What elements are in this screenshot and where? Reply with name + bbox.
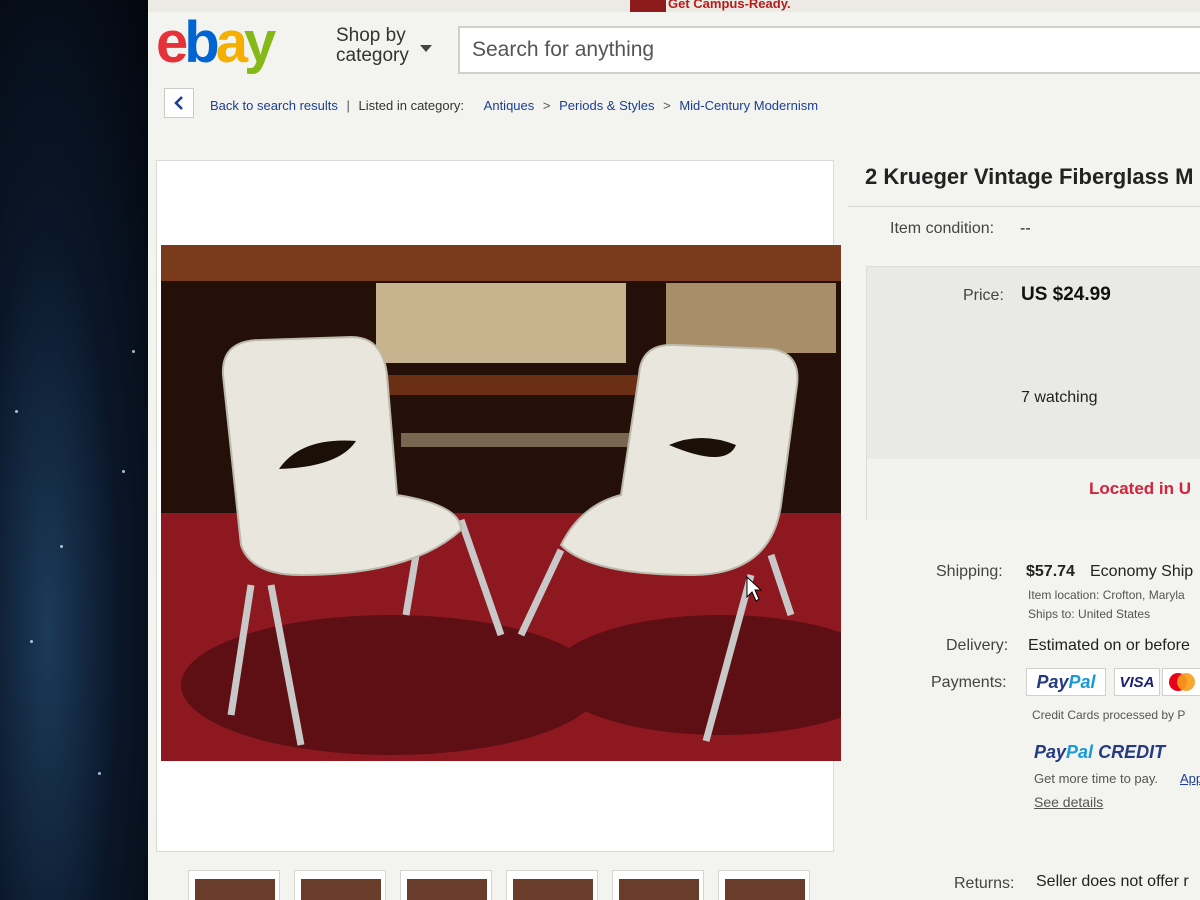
search-box[interactable]: [458, 26, 1200, 74]
item-location: Item location: Crofton, Maryla: [1028, 588, 1185, 602]
condition-value: --: [1020, 220, 1031, 237]
paypal-word-2: Pal: [1068, 671, 1096, 692]
breadcrumb-separator: >: [663, 98, 671, 113]
paypal-word-1: Pay: [1036, 671, 1069, 692]
breadcrumb-divider: |: [346, 98, 350, 113]
back-to-results-button[interactable]: [164, 88, 194, 118]
paypal-credit-logo[interactable]: PayPal CREDIT: [1034, 742, 1165, 763]
caret-down-icon[interactable]: [420, 45, 432, 52]
watching-count: 7 watching: [1021, 389, 1098, 406]
price-value: US $24.99: [1021, 284, 1111, 305]
item-photo-chairs[interactable]: [161, 245, 841, 761]
thumbnail[interactable]: [294, 870, 386, 900]
item-title: 2 Krueger Vintage Fiberglass M: [865, 164, 1194, 189]
shop-by-category-button[interactable]: Shop by category: [336, 26, 409, 66]
shipping-method: Economy Ship: [1090, 563, 1194, 580]
star-icon: [98, 772, 101, 775]
category-link-periods-styles[interactable]: Periods & Styles: [559, 98, 654, 113]
listed-in-label: Listed in category:: [358, 98, 465, 113]
logo-letter: a: [215, 10, 248, 75]
delivery-label: Delivery:: [946, 637, 1009, 654]
apply-link[interactable]: App: [1180, 771, 1200, 786]
returns-label: Returns:: [954, 875, 1015, 892]
item-image-panel: [156, 160, 841, 852]
located-in-text: Located in U: [1089, 479, 1192, 498]
star-icon: [30, 640, 33, 643]
thumbnail[interactable]: [400, 870, 492, 900]
thumbnail[interactable]: [612, 870, 704, 900]
paypal-badge: PayPal: [1026, 668, 1106, 696]
location-banner: Located in U: [867, 459, 1200, 521]
thumbnail[interactable]: [718, 870, 810, 900]
chevron-left-icon: [174, 96, 183, 110]
price-box: Price: US $24.99 7 watching Located in U: [866, 266, 1200, 521]
divider: [848, 206, 1200, 207]
promo-graphic: [630, 0, 666, 12]
delivery-value: Estimated on or before: [1028, 637, 1190, 654]
more-time-text: Get more time to pay.: [1034, 771, 1159, 786]
breadcrumb: Back to search results | Listed in categ…: [210, 98, 818, 113]
credit-cards-note: Credit Cards processed by P: [1032, 708, 1186, 722]
ebay-item-page: Get Campus-Ready. ebay Shop by category …: [148, 0, 1200, 900]
shipping-cost: $57.74: [1026, 563, 1075, 580]
visa-badge: VISA: [1114, 668, 1160, 696]
ships-to: Ships to: United States: [1028, 607, 1151, 621]
category-link-mid-century[interactable]: Mid-Century Modernism: [679, 98, 818, 113]
promo-banner[interactable]: Get Campus-Ready.: [148, 0, 1200, 12]
star-icon: [15, 410, 18, 413]
logo-letter: b: [184, 10, 219, 75]
returns-value: Seller does not offer r: [1036, 873, 1189, 890]
desktop-background: [0, 0, 160, 900]
star-icon: [132, 350, 135, 353]
see-details-link[interactable]: See details: [1034, 794, 1103, 810]
paypal-credit-word: CREDIT: [1098, 742, 1166, 762]
thumbnail[interactable]: [506, 870, 598, 900]
price-label: Price:: [963, 287, 1004, 304]
star-icon: [60, 545, 63, 548]
mastercard-icon: [1169, 673, 1195, 691]
thumbnail[interactable]: [188, 870, 280, 900]
search-input[interactable]: [460, 28, 1084, 72]
ebay-logo[interactable]: ebay: [156, 8, 276, 78]
category-link-antiques[interactable]: Antiques: [484, 98, 535, 113]
back-to-search-link[interactable]: Back to search results: [210, 98, 338, 113]
logo-letter: y: [243, 10, 276, 75]
breadcrumb-separator: >: [542, 98, 551, 113]
payments-label: Payments:: [931, 674, 1007, 691]
shipping-label: Shipping:: [936, 563, 1003, 580]
shop-by-line1: Shop by: [336, 25, 406, 46]
promo-text: Get Campus-Ready.: [668, 0, 791, 11]
logo-letter: e: [156, 10, 188, 75]
star-icon: [122, 470, 125, 473]
shop-by-line2: category: [336, 45, 409, 66]
visa-text: VISA: [1119, 673, 1155, 691]
mastercard-badge: [1162, 668, 1200, 696]
condition-label: Item condition:: [890, 220, 995, 237]
